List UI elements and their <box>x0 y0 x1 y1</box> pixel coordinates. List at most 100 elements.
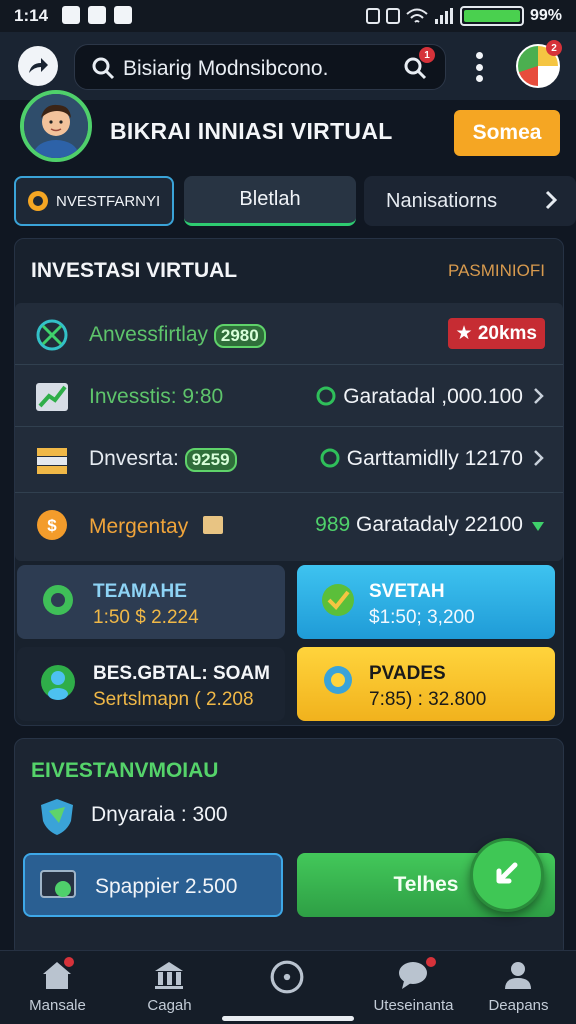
notification-dot <box>426 957 436 967</box>
bluetooth-icon <box>365 8 380 24</box>
list-item-label: Anvessfirtlay 2980 <box>89 323 266 348</box>
tab-label: NVESTFARNYI <box>56 192 161 210</box>
notification-icon <box>62 6 80 24</box>
award-icon <box>324 666 352 694</box>
amount-pill: 2980 <box>213 324 266 348</box>
notification-badge: 1 <box>419 47 435 63</box>
notification-icon <box>88 6 106 24</box>
nav-item-messages[interactable]: Uteseinanta <box>356 951 471 1024</box>
tile-value: Sertslmapn ( 2.208 <box>93 689 254 710</box>
person-icon <box>505 962 531 989</box>
chevron-right-icon <box>534 388 544 404</box>
row-value-prefix: 989 <box>315 513 351 536</box>
bank-icon <box>155 962 183 989</box>
tab-notifications[interactable]: Nanisatiorns <box>364 176 576 226</box>
chevron-down-icon <box>532 522 544 531</box>
list-item-value: Garatadal ,000.100 <box>315 385 523 409</box>
nav-item-profile[interactable]: Deapans <box>461 951 576 1024</box>
nav-item-home[interactable]: Mansale <box>0 951 115 1024</box>
investment-panel: INVESTASI VIRTUAL PASMINIOFI Anvessfirtl… <box>14 238 564 726</box>
panel-label[interactable]: PASMINIOFI <box>448 261 545 281</box>
wallet-icon <box>40 870 76 898</box>
share-arrow-icon <box>29 58 48 73</box>
status-badge-text: 20kms <box>477 323 537 344</box>
nav-label: Cagah <box>147 997 192 1014</box>
alarm-icon <box>385 8 400 24</box>
tile-title: PVADES <box>369 663 446 684</box>
status-right-group: 99% <box>365 6 562 26</box>
secondary-button[interactable]: Spappier 2.500 <box>23 853 283 917</box>
row-title: Mergentay <box>89 515 189 538</box>
list-item-value: 989 Garatadaly 22100 <box>315 513 523 537</box>
stat-tile[interactable]: TEAMAHE 1:50 $ 2.224 <box>17 565 285 639</box>
primary-action-button[interactable]: Somea <box>454 110 560 156</box>
user-avatar[interactable]: 2 <box>516 40 562 88</box>
tab-investment[interactable]: NVESTFARNYI <box>14 176 174 226</box>
amount-pill: 9259 <box>184 448 237 472</box>
chart-up-icon <box>36 383 68 411</box>
tile-title: TEAMAHE <box>93 581 187 602</box>
status-bar: 1:14 99% <box>0 0 576 32</box>
tab-details[interactable]: Bletlah <box>184 176 356 226</box>
battery-percentage: 99% <box>529 7 562 24</box>
chat-icon <box>399 962 427 989</box>
signal-icon <box>434 8 453 24</box>
coin-icon: $ <box>37 510 67 540</box>
secondary-button-label: Spappier 2.500 <box>95 875 238 898</box>
tile-title: BES.GBTAL: SOAM <box>93 663 270 684</box>
battery-icon <box>459 6 524 26</box>
chevron-right-icon <box>534 450 544 466</box>
nav-item-bank[interactable]: Cagah <box>112 951 227 1024</box>
tab-label: Bletlah <box>239 188 301 210</box>
tile-value: 7:85) : 32.800 <box>369 689 487 710</box>
avatar-illustration <box>24 94 88 158</box>
row-value: Garttamidlly 12170 <box>346 447 523 470</box>
list-item[interactable]: $ Mergentay 989 Garatadaly 22100 <box>15 493 563 561</box>
svg-text:$: $ <box>47 516 57 535</box>
profile-avatar[interactable] <box>20 90 92 162</box>
row-title: Anvessfirtlay <box>89 323 209 346</box>
row-value: Garatadal ,000.100 <box>343 385 523 408</box>
search-bar[interactable]: Bisiarig Modnsibcono. 1 <box>74 44 446 90</box>
summary-label: Dnyaraia : 300 <box>91 803 228 826</box>
shield-icon <box>41 799 73 835</box>
stat-tile[interactable]: SVETAH $1:50; 3,200 <box>297 565 555 639</box>
row-title: Dnvesrta: <box>89 447 179 470</box>
avatar-badge: 2 <box>546 40 562 56</box>
chevron-right-icon <box>545 190 558 210</box>
floating-action-button[interactable] <box>470 838 544 912</box>
status-time: 1:14 <box>14 6 49 25</box>
back-button[interactable] <box>18 46 58 86</box>
nav-item-explore[interactable] <box>230 951 345 1024</box>
stack-icon <box>37 448 67 474</box>
list-item[interactable]: Anvessfirtlay 2980 ★ 20kms <box>15 303 563 365</box>
tile-value: $1:50; 3,200 <box>369 607 475 628</box>
panel-title: EIVESTANVMOIAU <box>31 759 219 782</box>
wifi-icon <box>406 8 428 23</box>
list-item[interactable]: Invesstis: 9:80 Garatadal ,000.100 <box>15 365 563 427</box>
search-submit-button[interactable]: 1 <box>403 47 435 85</box>
list-item-label: Dnvesrta: 9259 <box>89 447 237 472</box>
globe-icon <box>270 960 304 994</box>
page-title: BIKRAI INNIASI VIRTUAL <box>110 118 393 144</box>
document-icon <box>203 516 224 534</box>
gear-coin-icon <box>43 585 73 615</box>
status-badge: ★ 20kms <box>447 318 545 349</box>
nav-label: Deapans <box>488 997 549 1014</box>
stat-tile[interactable]: PVADES 7:85) : 32.800 <box>297 647 555 721</box>
more-options-button[interactable] <box>470 52 488 82</box>
home-indicator[interactable] <box>222 1016 354 1021</box>
search-input[interactable]: Bisiarig Modnsibcono. <box>123 57 328 81</box>
check-shield-icon <box>322 584 354 616</box>
stat-tile[interactable]: BES.GBTAL: SOAM Sertslmapn ( 2.208 <box>17 647 285 721</box>
search-icon <box>92 57 115 80</box>
status-notification-icons <box>62 6 132 24</box>
target-icon <box>36 319 68 351</box>
app-bar: Bisiarig Modnsibcono. 1 2 <box>0 32 576 100</box>
list-item[interactable]: Dnvesrta: 9259 Garttamidlly 12170 <box>15 427 563 493</box>
coin-icon <box>28 191 48 211</box>
notification-icon <box>114 6 132 24</box>
refresh-icon <box>316 386 336 406</box>
list-item-value: Garttamidlly 12170 <box>319 447 523 471</box>
download-arrow-icon <box>496 862 518 884</box>
